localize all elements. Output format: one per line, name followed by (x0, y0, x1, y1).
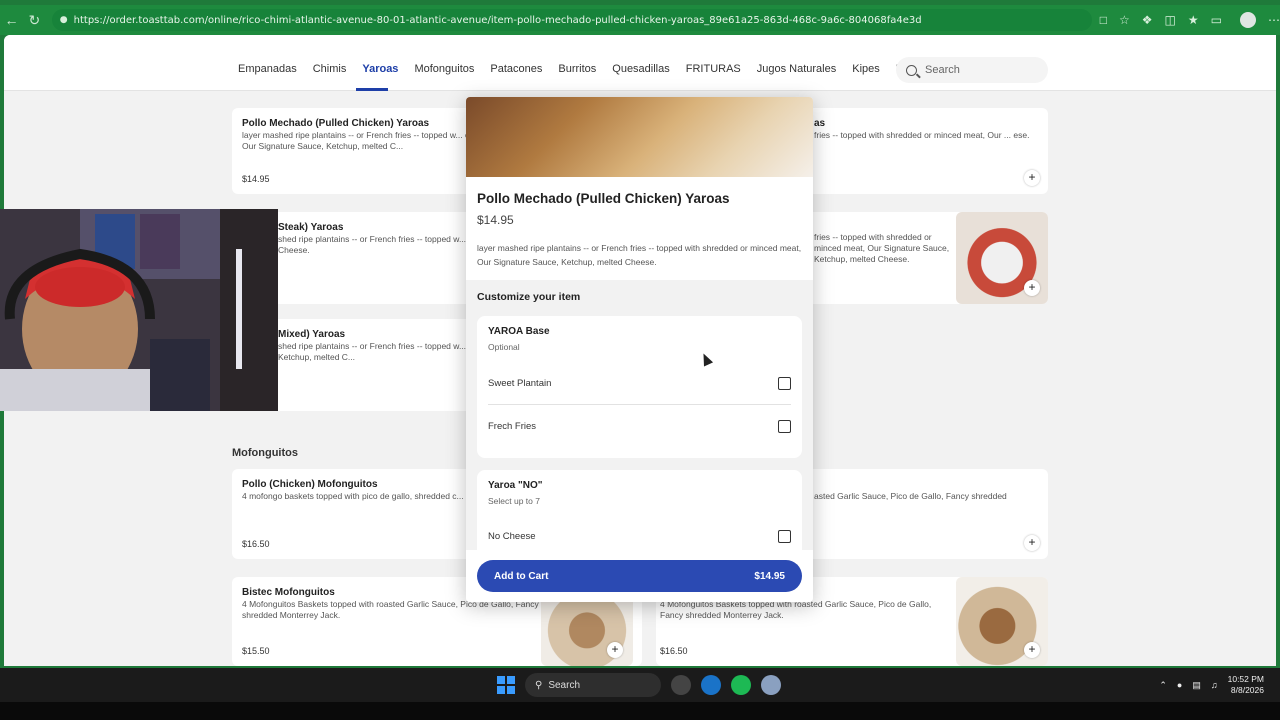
clock-date: 8/8/2026 (1230, 685, 1264, 695)
refresh-icon[interactable]: ↻ (23, 8, 46, 32)
add-item-icon[interactable]: + (1024, 535, 1040, 551)
item-photo (466, 97, 813, 177)
customize-heading: Customize your item (477, 291, 581, 303)
category-tab[interactable]: Yaroas (362, 63, 398, 75)
menu-item-name: Steak) Yaroas (278, 222, 344, 233)
add-to-cart-label: Add to Cart (494, 570, 549, 582)
webcam-image (0, 209, 278, 411)
category-tab[interactable]: Jugos Naturales (757, 63, 837, 75)
menu-item-name: Pollo Mechado (Pulled Chicken) Yaroas (242, 118, 430, 129)
menu-item-name: Mixed) Yaroas (278, 329, 346, 340)
favorites-icon[interactable]: ★ (1188, 13, 1199, 27)
menu-item-name: as (814, 118, 826, 129)
category-tab[interactable]: Chimis (313, 63, 347, 75)
option-label: Frech Fries (488, 420, 537, 432)
edge-browser-icon[interactable] (701, 675, 721, 695)
add-item-icon[interactable]: + (607, 642, 623, 658)
menu-item-desc: fries -- topped with shredded or minced … (814, 232, 950, 264)
menu-item-name: Bistec Mofonguitos (242, 587, 335, 598)
menu-item-desc: 4 Mofonguitos Baskets topped with roaste… (242, 599, 539, 620)
tray-chevron-icon[interactable]: ⌃ (1159, 680, 1167, 691)
modal-price: $14.95 (477, 213, 514, 227)
category-tab[interactable]: Patacones (490, 63, 542, 75)
option-group-subtitle: Select up to 7 (488, 496, 540, 506)
menu-item-price: $14.95 (242, 174, 270, 184)
menu-item-price: $16.50 (242, 539, 270, 549)
network-icon[interactable]: ▤ (1192, 680, 1201, 691)
option-no-cheese[interactable]: No Cheese (488, 526, 791, 546)
category-tab[interactable]: Mofonguitos (414, 63, 474, 75)
category-tab[interactable]: FRITURAS (686, 63, 741, 75)
add-to-cart-price: $14.95 (754, 570, 785, 582)
customize-section: Customize your item YAROA Base Optional … (466, 280, 813, 570)
category-tab[interactable]: Empanadas (238, 63, 297, 75)
search-icon: ⚲ (535, 679, 543, 691)
checkbox[interactable] (778, 529, 791, 543)
menu-item-price: $16.50 (660, 646, 688, 656)
reader-icon[interactable]: □ (1100, 13, 1107, 27)
extensions-icon[interactable]: ❖ (1142, 13, 1153, 27)
profile-avatar[interactable] (1240, 12, 1256, 28)
widgets-icon[interactable] (671, 675, 691, 695)
windows-start-icon[interactable] (497, 676, 515, 694)
menu-item-desc: fries -- topped with shredded or minced … (814, 130, 1030, 140)
item-modal: Pollo Mechado (Pulled Chicken) Yaroas $1… (466, 97, 813, 602)
section-title: Mofonguitos (232, 447, 298, 459)
webcam-overlay (0, 209, 278, 411)
add-item-icon[interactable]: + (1024, 170, 1040, 186)
menu-item-desc: 4 Mofonguitos Baskets topped with roaste… (660, 599, 932, 620)
app-icon[interactable] (761, 675, 781, 695)
option-group-name: Yaroa "NO" (488, 480, 543, 491)
screen-bottom (0, 702, 1280, 720)
option-group-yaroa-base: YAROA Base Optional Sweet Plantain Frech… (477, 316, 802, 458)
browser-toolbar: ← ↻ ● https://order.toasttab.com/online/… (0, 5, 1280, 35)
more-icon[interactable]: ⋯ (1268, 13, 1280, 27)
lock-icon: ● (59, 15, 68, 25)
checkbox[interactable] (778, 376, 791, 390)
option-label: Sweet Plantain (488, 377, 552, 389)
option-group-subtitle: Optional (488, 342, 520, 352)
category-tab[interactable]: Quesadillas (612, 63, 669, 75)
add-item-icon[interactable]: + (1024, 280, 1040, 296)
url-text: https://order.toasttab.com/online/rico-c… (73, 14, 922, 26)
modal-description: layer mashed ripe plantains -- or French… (477, 243, 802, 267)
checkbox[interactable] (778, 419, 791, 433)
category-tab[interactable]: Burritos (558, 63, 596, 75)
spotify-icon[interactable] (731, 675, 751, 695)
option-sweet-plantain[interactable]: Sweet Plantain (488, 373, 791, 393)
modal-title: Pollo Mechado (Pulled Chicken) Yaroas (477, 191, 730, 206)
system-clock[interactable]: 10:52 PM 8/8/2026 (1228, 674, 1264, 696)
modal-footer: Add to Cart $14.95 (466, 550, 813, 602)
menu-item-price: $15.50 (242, 646, 270, 656)
favorite-star-icon[interactable]: ☆ (1119, 13, 1130, 27)
split-screen-icon[interactable]: ◫ (1165, 13, 1176, 27)
taskbar: ⚲ Search ⌃ ● ▤ ♫ 10:52 PM 8/8/2026 (0, 668, 1280, 702)
category-nav: Empanadas Chimis Yaroas Mofonguitos Patacone… (4, 35, 1276, 91)
clock-time: 10:52 PM (1227, 674, 1264, 684)
taskbar-search[interactable]: ⚲ Search (525, 673, 661, 697)
taskbar-search-label: Search (548, 679, 581, 691)
address-bar[interactable]: ● https://order.toasttab.com/online/rico… (51, 9, 1092, 31)
menu-item-desc: asted Garlic Sauce, Pico de Gallo, Fancy… (814, 491, 1007, 501)
back-icon[interactable]: ← (0, 8, 23, 32)
search-icon (906, 64, 917, 76)
add-to-cart-button[interactable]: Add to Cart $14.95 (477, 560, 802, 592)
menu-item-name: Pollo (Chicken) Mofonguitos (242, 479, 378, 490)
option-group-name: YAROA Base (488, 326, 550, 337)
category-tab[interactable]: Kipes (852, 63, 880, 75)
option-french-fries[interactable]: Frech Fries (488, 416, 791, 436)
microphone-icon[interactable]: ● (1177, 680, 1182, 690)
volume-icon[interactable]: ♫ (1211, 680, 1218, 690)
active-tab-underline (356, 88, 388, 91)
collections-icon[interactable]: ▭ (1211, 13, 1222, 27)
add-item-icon[interactable]: + (1024, 642, 1040, 658)
option-label: No Cheese (488, 530, 536, 542)
menu-search-input[interactable]: Search (896, 57, 1048, 83)
divider (488, 404, 791, 405)
search-placeholder: Search (925, 64, 960, 76)
